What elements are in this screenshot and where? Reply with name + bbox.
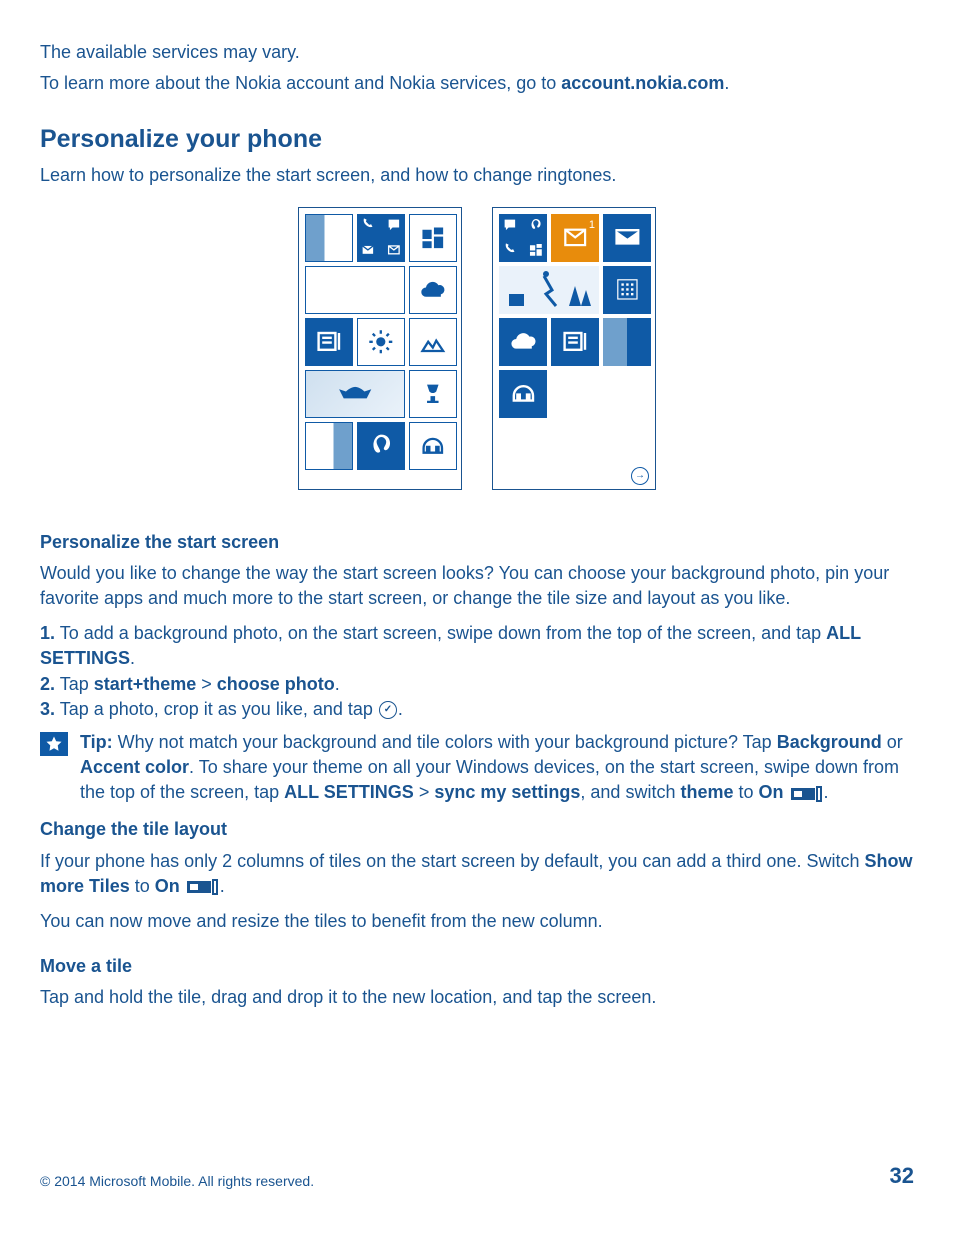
personalize-heading: Personalize the start screen [40,530,914,555]
change-layout-line1: If your phone has only 2 columns of tile… [40,849,914,899]
toggle-on-icon [791,786,822,802]
section-title: Personalize your phone [40,122,914,157]
copyright-text: © 2014 Microsoft Mobile. All rights rese… [40,1172,314,1192]
apps-arrow-icon: → [631,467,649,485]
change-layout-line2: You can now move and resize the tiles to… [40,909,914,934]
steps-list: 1. To add a background photo, on the sta… [40,621,914,722]
page-footer: © 2014 Microsoft Mobile. All rights rese… [40,1161,914,1192]
step-1: 1. To add a background photo, on the sta… [40,621,914,671]
intro-block: The available services may vary. To lear… [40,40,914,96]
move-tile-heading: Move a tile [40,954,914,979]
star-tip-icon [40,732,68,756]
personalize-body: Would you like to change the way the sta… [40,561,914,611]
toggle-on-icon [187,879,218,895]
step-2: 2. Tap start+theme > choose photo. [40,672,914,697]
move-tile-body: Tap and hold the tile, drag and drop it … [40,985,914,1010]
phone-illustration-left [298,207,462,490]
intro-line2: To learn more about the Nokia account an… [40,71,914,96]
phone-illustration-right: 1 → [492,207,656,490]
intro-line1: The available services may vary. [40,40,914,65]
step-3: 3. Tap a photo, crop it as you like, and… [40,697,914,722]
section-subtitle: Learn how to personalize the start scree… [40,163,914,188]
tip-block: Tip: Why not match your background and t… [40,730,914,806]
page-number: 32 [890,1161,914,1192]
change-layout-heading: Change the tile layout [40,817,914,842]
checkmark-circle-icon [379,701,397,719]
nokia-account-link[interactable]: account.nokia.com [561,73,724,93]
tip-text: Tip: Why not match your background and t… [80,730,914,806]
start-screen-illustrations: 1 → [40,207,914,490]
